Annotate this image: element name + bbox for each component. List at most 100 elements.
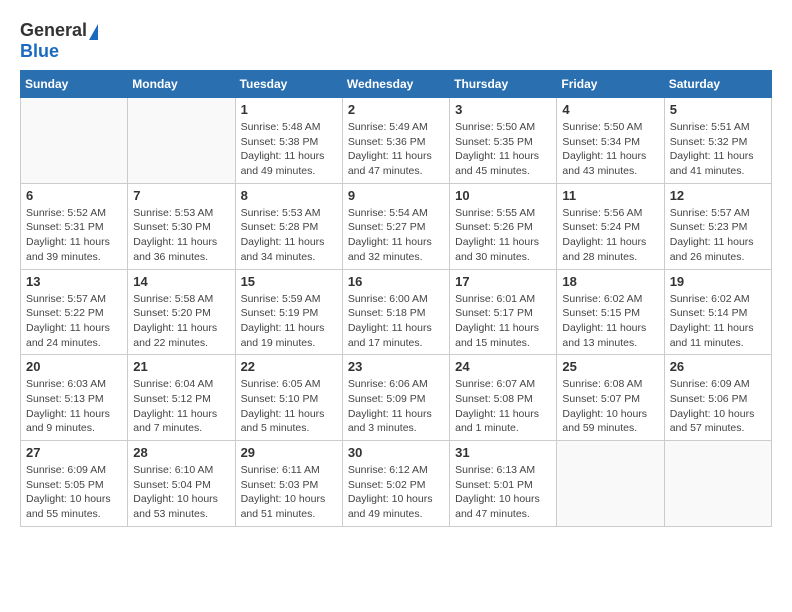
day-number: 2 (348, 102, 444, 117)
page-header: General Blue (20, 20, 772, 62)
calendar-cell: 6 Sunrise: 5:52 AM Sunset: 5:31 PM Daylig… (21, 183, 128, 269)
calendar-cell: 16Sunrise: 6:00 AM Sunset: 5:18 PM Dayli… (342, 269, 449, 355)
day-number: 6 (26, 188, 122, 203)
day-info: Sunrise: 5:50 AM Sunset: 5:34 PM Dayligh… (562, 120, 658, 179)
day-number: 25 (562, 359, 658, 374)
weekday-header: Friday (557, 71, 664, 98)
day-info: Sunrise: 5:55 AM Sunset: 5:26 PM Dayligh… (455, 206, 551, 265)
calendar-cell: 20 Sunrise: 6:03 AM Sunset: 5:13 PM Dayli… (21, 355, 128, 441)
calendar-cell: 2Sunrise: 5:49 AM Sunset: 5:36 PM Daylig… (342, 98, 449, 184)
calendar-cell (128, 98, 235, 184)
calendar-cell: 5 Sunrise: 5:51 AM Sunset: 5:32 PM Daylig… (664, 98, 771, 184)
calendar-cell: 23Sunrise: 6:06 AM Sunset: 5:09 PM Dayli… (342, 355, 449, 441)
day-number: 24 (455, 359, 551, 374)
calendar-cell (557, 441, 664, 527)
calendar-week-row: 20 Sunrise: 6:03 AM Sunset: 5:13 PM Dayli… (21, 355, 772, 441)
calendar-cell: 12 Sunrise: 5:57 AM Sunset: 5:23 PM Dayli… (664, 183, 771, 269)
calendar-cell: 18 Sunrise: 6:02 AM Sunset: 5:15 PM Dayli… (557, 269, 664, 355)
day-info: Sunrise: 6:12 AM Sunset: 5:02 PM Dayligh… (348, 463, 444, 522)
day-info: Sunrise: 5:56 AM Sunset: 5:24 PM Dayligh… (562, 206, 658, 265)
weekday-header: Sunday (21, 71, 128, 98)
day-info: Sunrise: 5:58 AM Sunset: 5:20 PM Dayligh… (133, 292, 229, 351)
day-info: Sunrise: 5:50 AM Sunset: 5:35 PM Dayligh… (455, 120, 551, 179)
calendar-cell: 22 Sunrise: 6:05 AM Sunset: 5:10 PM Dayli… (235, 355, 342, 441)
day-info: Sunrise: 5:59 AM Sunset: 5:19 PM Dayligh… (241, 292, 337, 351)
day-number: 3 (455, 102, 551, 117)
calendar-header: SundayMondayTuesdayWednesdayThursdayFrid… (21, 71, 772, 98)
calendar-cell (664, 441, 771, 527)
day-number: 20 (26, 359, 122, 374)
calendar-cell: 31 Sunrise: 6:13 AM Sunset: 5:01 PM Dayli… (450, 441, 557, 527)
day-info: Sunrise: 6:10 AM Sunset: 5:04 PM Dayligh… (133, 463, 229, 522)
weekday-header: Thursday (450, 71, 557, 98)
calendar-body: 1Sunrise: 5:48 AM Sunset: 5:38 PM Daylig… (21, 98, 772, 527)
day-number: 29 (241, 445, 337, 460)
header-row: SundayMondayTuesdayWednesdayThursdayFrid… (21, 71, 772, 98)
calendar-week-row: 6 Sunrise: 5:52 AM Sunset: 5:31 PM Daylig… (21, 183, 772, 269)
day-number: 27 (26, 445, 122, 460)
day-number: 7 (133, 188, 229, 203)
day-number: 21 (133, 359, 229, 374)
day-info: Sunrise: 6:02 AM Sunset: 5:15 PM Dayligh… (562, 292, 658, 351)
calendar-cell: 29 Sunrise: 6:11 AM Sunset: 5:03 PM Dayli… (235, 441, 342, 527)
day-number: 30 (348, 445, 444, 460)
day-info: Sunrise: 6:02 AM Sunset: 5:14 PM Dayligh… (670, 292, 766, 351)
day-number: 8 (241, 188, 337, 203)
day-number: 9 (348, 188, 444, 203)
day-number: 16 (348, 274, 444, 289)
calendar-cell: 14 Sunrise: 5:58 AM Sunset: 5:20 PM Dayli… (128, 269, 235, 355)
weekday-header: Tuesday (235, 71, 342, 98)
weekday-header: Saturday (664, 71, 771, 98)
day-info: Sunrise: 6:04 AM Sunset: 5:12 PM Dayligh… (133, 377, 229, 436)
day-info: Sunrise: 6:11 AM Sunset: 5:03 PM Dayligh… (241, 463, 337, 522)
calendar-cell: 4 Sunrise: 5:50 AM Sunset: 5:34 PM Daylig… (557, 98, 664, 184)
day-info: Sunrise: 6:09 AM Sunset: 5:06 PM Dayligh… (670, 377, 766, 436)
day-number: 4 (562, 102, 658, 117)
calendar-cell: 1Sunrise: 5:48 AM Sunset: 5:38 PM Daylig… (235, 98, 342, 184)
day-number: 10 (455, 188, 551, 203)
calendar-cell: 15 Sunrise: 5:59 AM Sunset: 5:19 PM Dayli… (235, 269, 342, 355)
day-number: 17 (455, 274, 551, 289)
day-info: Sunrise: 6:07 AM Sunset: 5:08 PM Dayligh… (455, 377, 551, 436)
day-number: 19 (670, 274, 766, 289)
calendar-cell (21, 98, 128, 184)
calendar-cell: 27Sunrise: 6:09 AM Sunset: 5:05 PM Dayli… (21, 441, 128, 527)
day-number: 28 (133, 445, 229, 460)
logo-general: General (20, 20, 87, 41)
day-number: 12 (670, 188, 766, 203)
day-info: Sunrise: 5:53 AM Sunset: 5:28 PM Dayligh… (241, 206, 337, 265)
day-number: 11 (562, 188, 658, 203)
day-info: Sunrise: 5:53 AM Sunset: 5:30 PM Dayligh… (133, 206, 229, 265)
logo-blue: Blue (20, 41, 59, 61)
calendar-cell: 17Sunrise: 6:01 AM Sunset: 5:17 PM Dayli… (450, 269, 557, 355)
calendar-cell: 13Sunrise: 5:57 AM Sunset: 5:22 PM Dayli… (21, 269, 128, 355)
day-number: 15 (241, 274, 337, 289)
day-info: Sunrise: 6:03 AM Sunset: 5:13 PM Dayligh… (26, 377, 122, 436)
calendar-cell: 25Sunrise: 6:08 AM Sunset: 5:07 PM Dayli… (557, 355, 664, 441)
weekday-header: Wednesday (342, 71, 449, 98)
day-info: Sunrise: 5:51 AM Sunset: 5:32 PM Dayligh… (670, 120, 766, 179)
calendar-cell: 8 Sunrise: 5:53 AM Sunset: 5:28 PM Daylig… (235, 183, 342, 269)
day-number: 22 (241, 359, 337, 374)
day-info: Sunrise: 5:54 AM Sunset: 5:27 PM Dayligh… (348, 206, 444, 265)
day-number: 14 (133, 274, 229, 289)
calendar-cell: 21 Sunrise: 6:04 AM Sunset: 5:12 PM Dayli… (128, 355, 235, 441)
calendar-cell: 24 Sunrise: 6:07 AM Sunset: 5:08 PM Dayli… (450, 355, 557, 441)
calendar-cell: 28 Sunrise: 6:10 AM Sunset: 5:04 PM Dayli… (128, 441, 235, 527)
calendar-week-row: 27Sunrise: 6:09 AM Sunset: 5:05 PM Dayli… (21, 441, 772, 527)
day-info: Sunrise: 5:52 AM Sunset: 5:31 PM Dayligh… (26, 206, 122, 265)
day-number: 31 (455, 445, 551, 460)
day-number: 23 (348, 359, 444, 374)
calendar-week-row: 1Sunrise: 5:48 AM Sunset: 5:38 PM Daylig… (21, 98, 772, 184)
calendar-cell: 19 Sunrise: 6:02 AM Sunset: 5:14 PM Dayli… (664, 269, 771, 355)
calendar-cell: 11 Sunrise: 5:56 AM Sunset: 5:24 PM Dayli… (557, 183, 664, 269)
day-info: Sunrise: 5:57 AM Sunset: 5:23 PM Dayligh… (670, 206, 766, 265)
day-info: Sunrise: 6:05 AM Sunset: 5:10 PM Dayligh… (241, 377, 337, 436)
day-number: 5 (670, 102, 766, 117)
day-info: Sunrise: 5:57 AM Sunset: 5:22 PM Dayligh… (26, 292, 122, 351)
calendar-cell: 26Sunrise: 6:09 AM Sunset: 5:06 PM Dayli… (664, 355, 771, 441)
day-number: 18 (562, 274, 658, 289)
day-info: Sunrise: 6:13 AM Sunset: 5:01 PM Dayligh… (455, 463, 551, 522)
calendar-cell: 7 Sunrise: 5:53 AM Sunset: 5:30 PM Daylig… (128, 183, 235, 269)
weekday-header: Monday (128, 71, 235, 98)
